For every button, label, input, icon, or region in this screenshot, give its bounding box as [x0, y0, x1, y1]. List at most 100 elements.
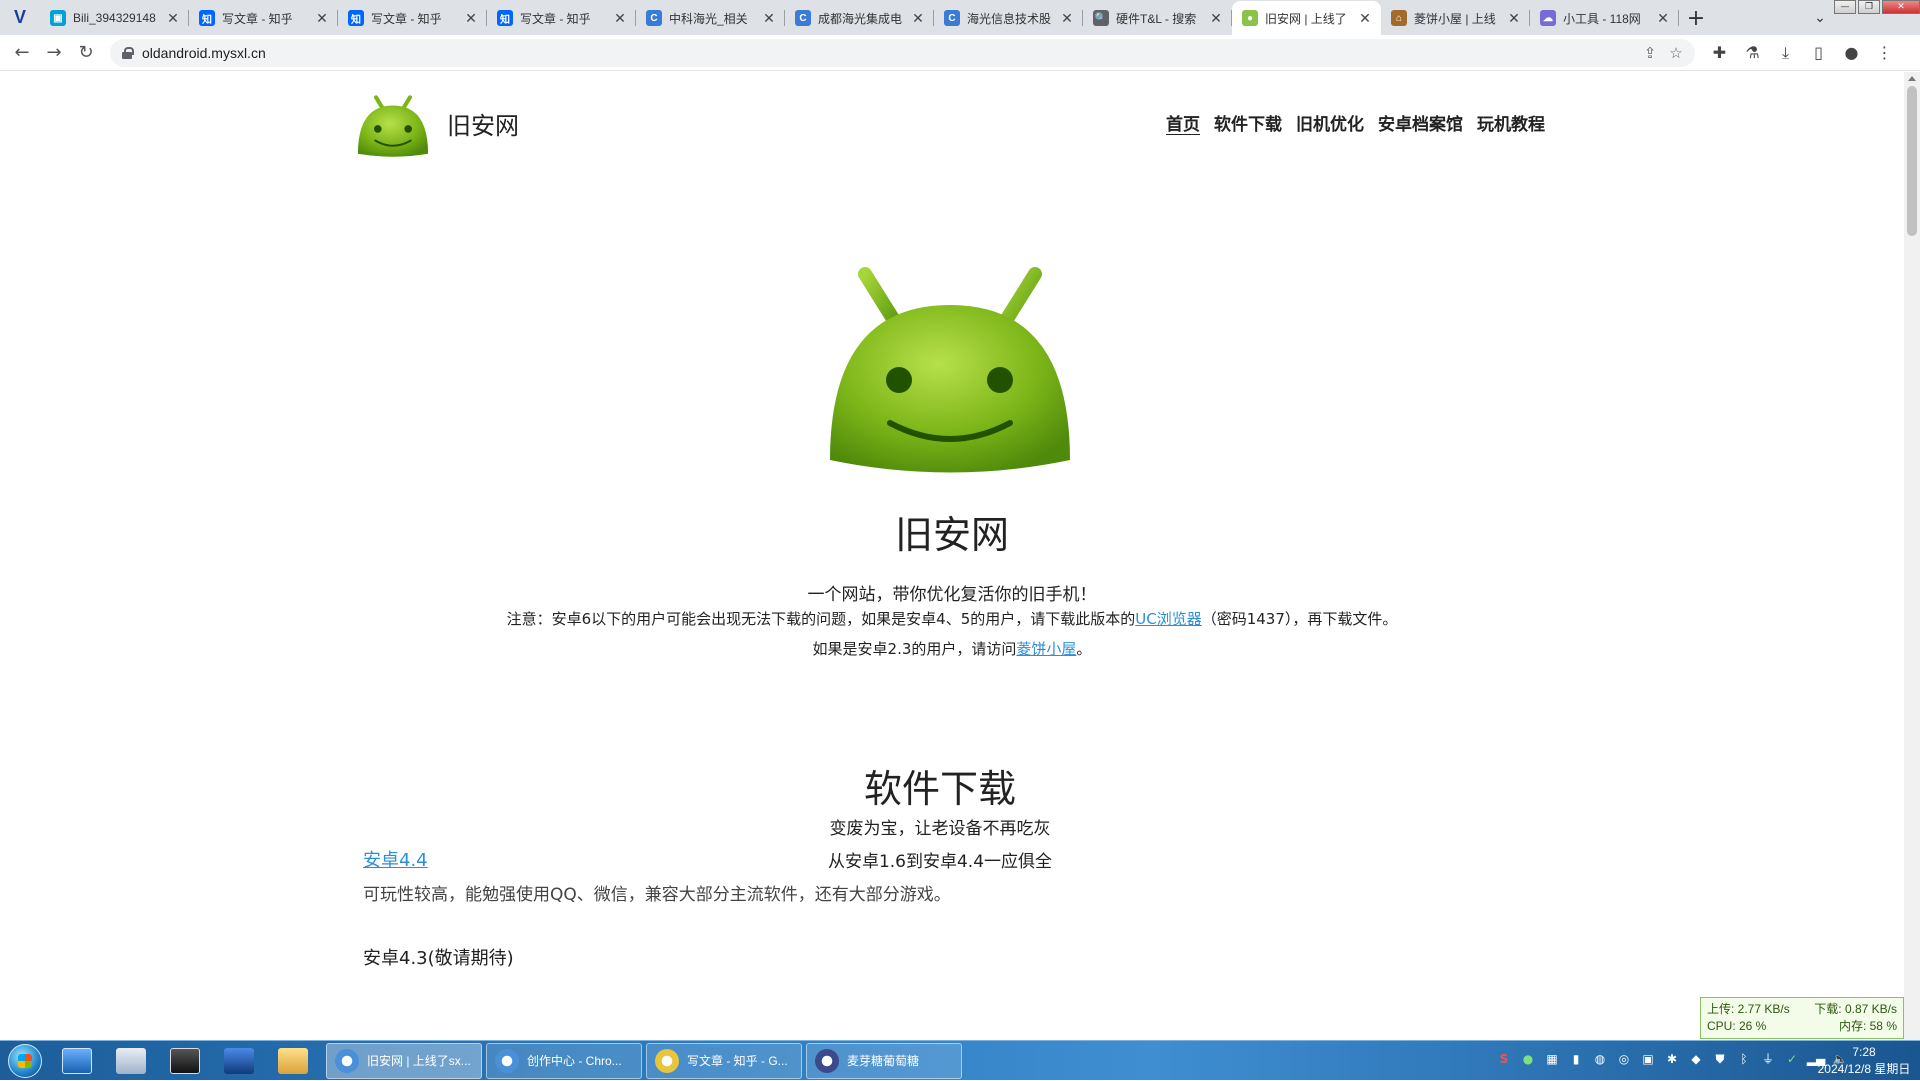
- main-nav: 首页 软件下载 旧机优化 安卓档案馆 玩机教程: [1152, 110, 1545, 135]
- tray-app-icon[interactable]: ▦: [1542, 1049, 1562, 1069]
- windows-orb-icon: [8, 1043, 42, 1078]
- grid-icon[interactable]: ▣: [1638, 1049, 1658, 1069]
- network-monitor-widget[interactable]: 上传: 2.77 KB/s 下载: 0.87 KB/s CPU: 26 % 内存: …: [1700, 997, 1904, 1039]
- uc-browser-link[interactable]: UC浏览器: [1135, 610, 1201, 628]
- browser-toolbar: ← → ↻ oldandroid.mysxl.cn ⇪ ☆ ✚ ⚗ ⤓ ▯ ● …: [0, 35, 1920, 71]
- tab-favicon-icon: C: [944, 10, 960, 26]
- profile-avatar-icon[interactable]: ●: [1835, 43, 1868, 63]
- scrollbar-thumb[interactable]: [1907, 86, 1917, 236]
- globe-icon[interactable]: ◍: [1590, 1049, 1610, 1069]
- nav-old-phone-optimize[interactable]: 旧机优化: [1296, 110, 1364, 135]
- reload-icon[interactable]: ↻: [70, 37, 102, 69]
- maximize-button[interactable]: ❐: [1858, 0, 1880, 14]
- section-subtitle-1: 变废为宝，让老设备不再吃灰: [829, 819, 1051, 839]
- android-43-title: 安卓4.3(敬请期待): [363, 948, 514, 969]
- clock-date: 2024/12/8 星期日: [1817, 1062, 1911, 1076]
- tab-close-icon[interactable]: ✕: [612, 10, 628, 27]
- side-panel-icon[interactable]: ▯: [1802, 43, 1835, 63]
- star-icon[interactable]: ✱: [1662, 1049, 1682, 1069]
- vivaldi-menu-icon[interactable]: V: [0, 0, 40, 35]
- tab-favicon-icon: 🔍: [1093, 10, 1109, 26]
- ime-icon[interactable]: S: [1494, 1049, 1514, 1069]
- taskbar-task[interactable]: 写文章 - 知乎 - G...: [646, 1042, 802, 1079]
- tab-close-icon[interactable]: ✕: [463, 10, 479, 27]
- browser-tab[interactable]: C 中科海光_相关 ✕: [636, 1, 785, 35]
- nav-tutorials[interactable]: 玩机教程: [1477, 110, 1545, 135]
- labs-flask-icon[interactable]: ⚗: [1736, 43, 1769, 63]
- extensions-icon[interactable]: ✚: [1703, 43, 1736, 63]
- pinned-explorer[interactable]: [266, 1042, 320, 1080]
- pinned-network[interactable]: [212, 1042, 266, 1080]
- lock-icon[interactable]: [122, 46, 134, 59]
- wechat-icon[interactable]: ●: [1518, 1049, 1538, 1069]
- android-head-icon: [830, 267, 1070, 473]
- browser-tab[interactable]: 🔍 硬件T&L - 搜索 ✕: [1083, 1, 1232, 35]
- browser-tab[interactable]: C 成都海光集成电 ✕: [785, 1, 934, 35]
- usb-icon[interactable]: ⏚: [1758, 1049, 1778, 1069]
- tab-favicon-icon: 知: [348, 10, 364, 26]
- address-bar[interactable]: oldandroid.mysxl.cn ⇪ ☆: [110, 38, 1695, 67]
- tab-close-icon[interactable]: ✕: [1655, 10, 1671, 27]
- tab-close-icon[interactable]: ✕: [165, 10, 181, 27]
- tab-favicon-icon: C: [795, 10, 811, 26]
- pinned-desktop[interactable]: [50, 1042, 104, 1080]
- stats-icon[interactable]: ✓: [1782, 1049, 1802, 1069]
- url-text[interactable]: oldandroid.mysxl.cn: [142, 45, 1637, 61]
- battery-icon[interactable]: ▮: [1566, 1049, 1586, 1069]
- pinned-computer[interactable]: [104, 1042, 158, 1080]
- system-tray: S ● ▦ ▮ ◍ ◎ ▣ ✱ ◆ ⛊ ᛒ ⏚ ✓ ▂▄ 🔈: [1494, 1049, 1850, 1069]
- browser-tab[interactable]: 知写文章 - 知乎 ✕: [338, 1, 487, 35]
- share-icon[interactable]: ⇪: [1637, 44, 1663, 62]
- browser-tab[interactable]: 知写文章 - 知乎 ✕: [189, 1, 338, 35]
- page-scrollbar[interactable]: [1904, 72, 1920, 1040]
- taskbar-task[interactable]: 旧安网 | 上线了sx...: [326, 1042, 482, 1079]
- shield-icon[interactable]: ◆: [1686, 1049, 1706, 1069]
- ring-icon[interactable]: ◎: [1614, 1049, 1634, 1069]
- forward-icon[interactable]: →: [38, 37, 70, 69]
- minimize-button[interactable]: —: [1834, 0, 1856, 14]
- android-44-link[interactable]: 安卓4.4: [363, 846, 428, 872]
- scroll-up-icon[interactable]: [1908, 76, 1916, 81]
- tab-close-icon[interactable]: ✕: [314, 10, 330, 27]
- bluetooth-icon[interactable]: ᛒ: [1734, 1049, 1754, 1069]
- back-icon[interactable]: ←: [6, 37, 38, 69]
- nav-android-archive[interactable]: 安卓档案馆: [1378, 110, 1463, 135]
- bookmark-star-icon[interactable]: ☆: [1663, 44, 1689, 62]
- tab-favicon-icon: ☁: [1540, 10, 1556, 26]
- browser-tab[interactable]: C 海光信息技术股 ✕: [934, 1, 1083, 35]
- start-button[interactable]: [0, 1041, 50, 1081]
- new-tab-button[interactable]: +: [1679, 1, 1713, 35]
- tab-close-icon[interactable]: ✕: [1357, 10, 1373, 27]
- hero-android-logo: [820, 260, 1080, 480]
- close-window-button[interactable]: ✕: [1882, 0, 1920, 14]
- nav-home[interactable]: 首页: [1166, 110, 1200, 135]
- task-app-icon: [655, 1048, 679, 1073]
- download-icon[interactable]: ⤓: [1769, 43, 1802, 63]
- taskbar-task[interactable]: 创作中心 - Chro...: [486, 1042, 642, 1079]
- taskbar-task[interactable]: 麦芽糖葡萄糖: [806, 1042, 962, 1079]
- browser-tab[interactable]: 知写文章 - 知乎 ✕: [487, 1, 636, 35]
- browser-tab[interactable]: ● 旧安网 | 上线了 ✕: [1232, 1, 1381, 35]
- tab-close-icon[interactable]: ✕: [1059, 10, 1075, 27]
- android23-post: 。: [1076, 640, 1092, 658]
- nav-software-download[interactable]: 软件下载: [1214, 110, 1282, 135]
- tab-close-icon[interactable]: ✕: [1208, 10, 1224, 27]
- site-name[interactable]: 旧安网: [447, 106, 519, 141]
- lingbing-house-link[interactable]: 菱饼小屋: [1016, 640, 1076, 658]
- tab-search-icon[interactable]: ⌄: [1808, 6, 1832, 30]
- tab-close-icon[interactable]: ✕: [1506, 10, 1522, 27]
- security-icon[interactable]: ⛊: [1710, 1049, 1730, 1069]
- clock[interactable]: 7:28 2024/12/8 星期日: [1814, 1044, 1914, 1078]
- tab-favicon-icon: 知: [199, 10, 215, 26]
- site-logo[interactable]: [355, 90, 431, 162]
- browser-tab[interactable]: ▣ Bili_394329148 ✕: [40, 1, 189, 35]
- tab-close-icon[interactable]: ✕: [761, 10, 777, 27]
- window-controls: — ❐ ✕: [1832, 0, 1920, 14]
- menu-kebab-icon[interactable]: ⋮: [1868, 43, 1901, 63]
- tab-close-icon[interactable]: ✕: [910, 10, 926, 27]
- pinned-calculator[interactable]: [158, 1042, 212, 1080]
- browser-tab[interactable]: ☁ 小工具 - 118网 ✕: [1530, 1, 1679, 35]
- browser-tab[interactable]: ⌂ 菱饼小屋 | 上线 ✕: [1381, 1, 1530, 35]
- tab-title: 硬件T&L - 搜索: [1116, 11, 1197, 26]
- network-icon: [224, 1047, 254, 1074]
